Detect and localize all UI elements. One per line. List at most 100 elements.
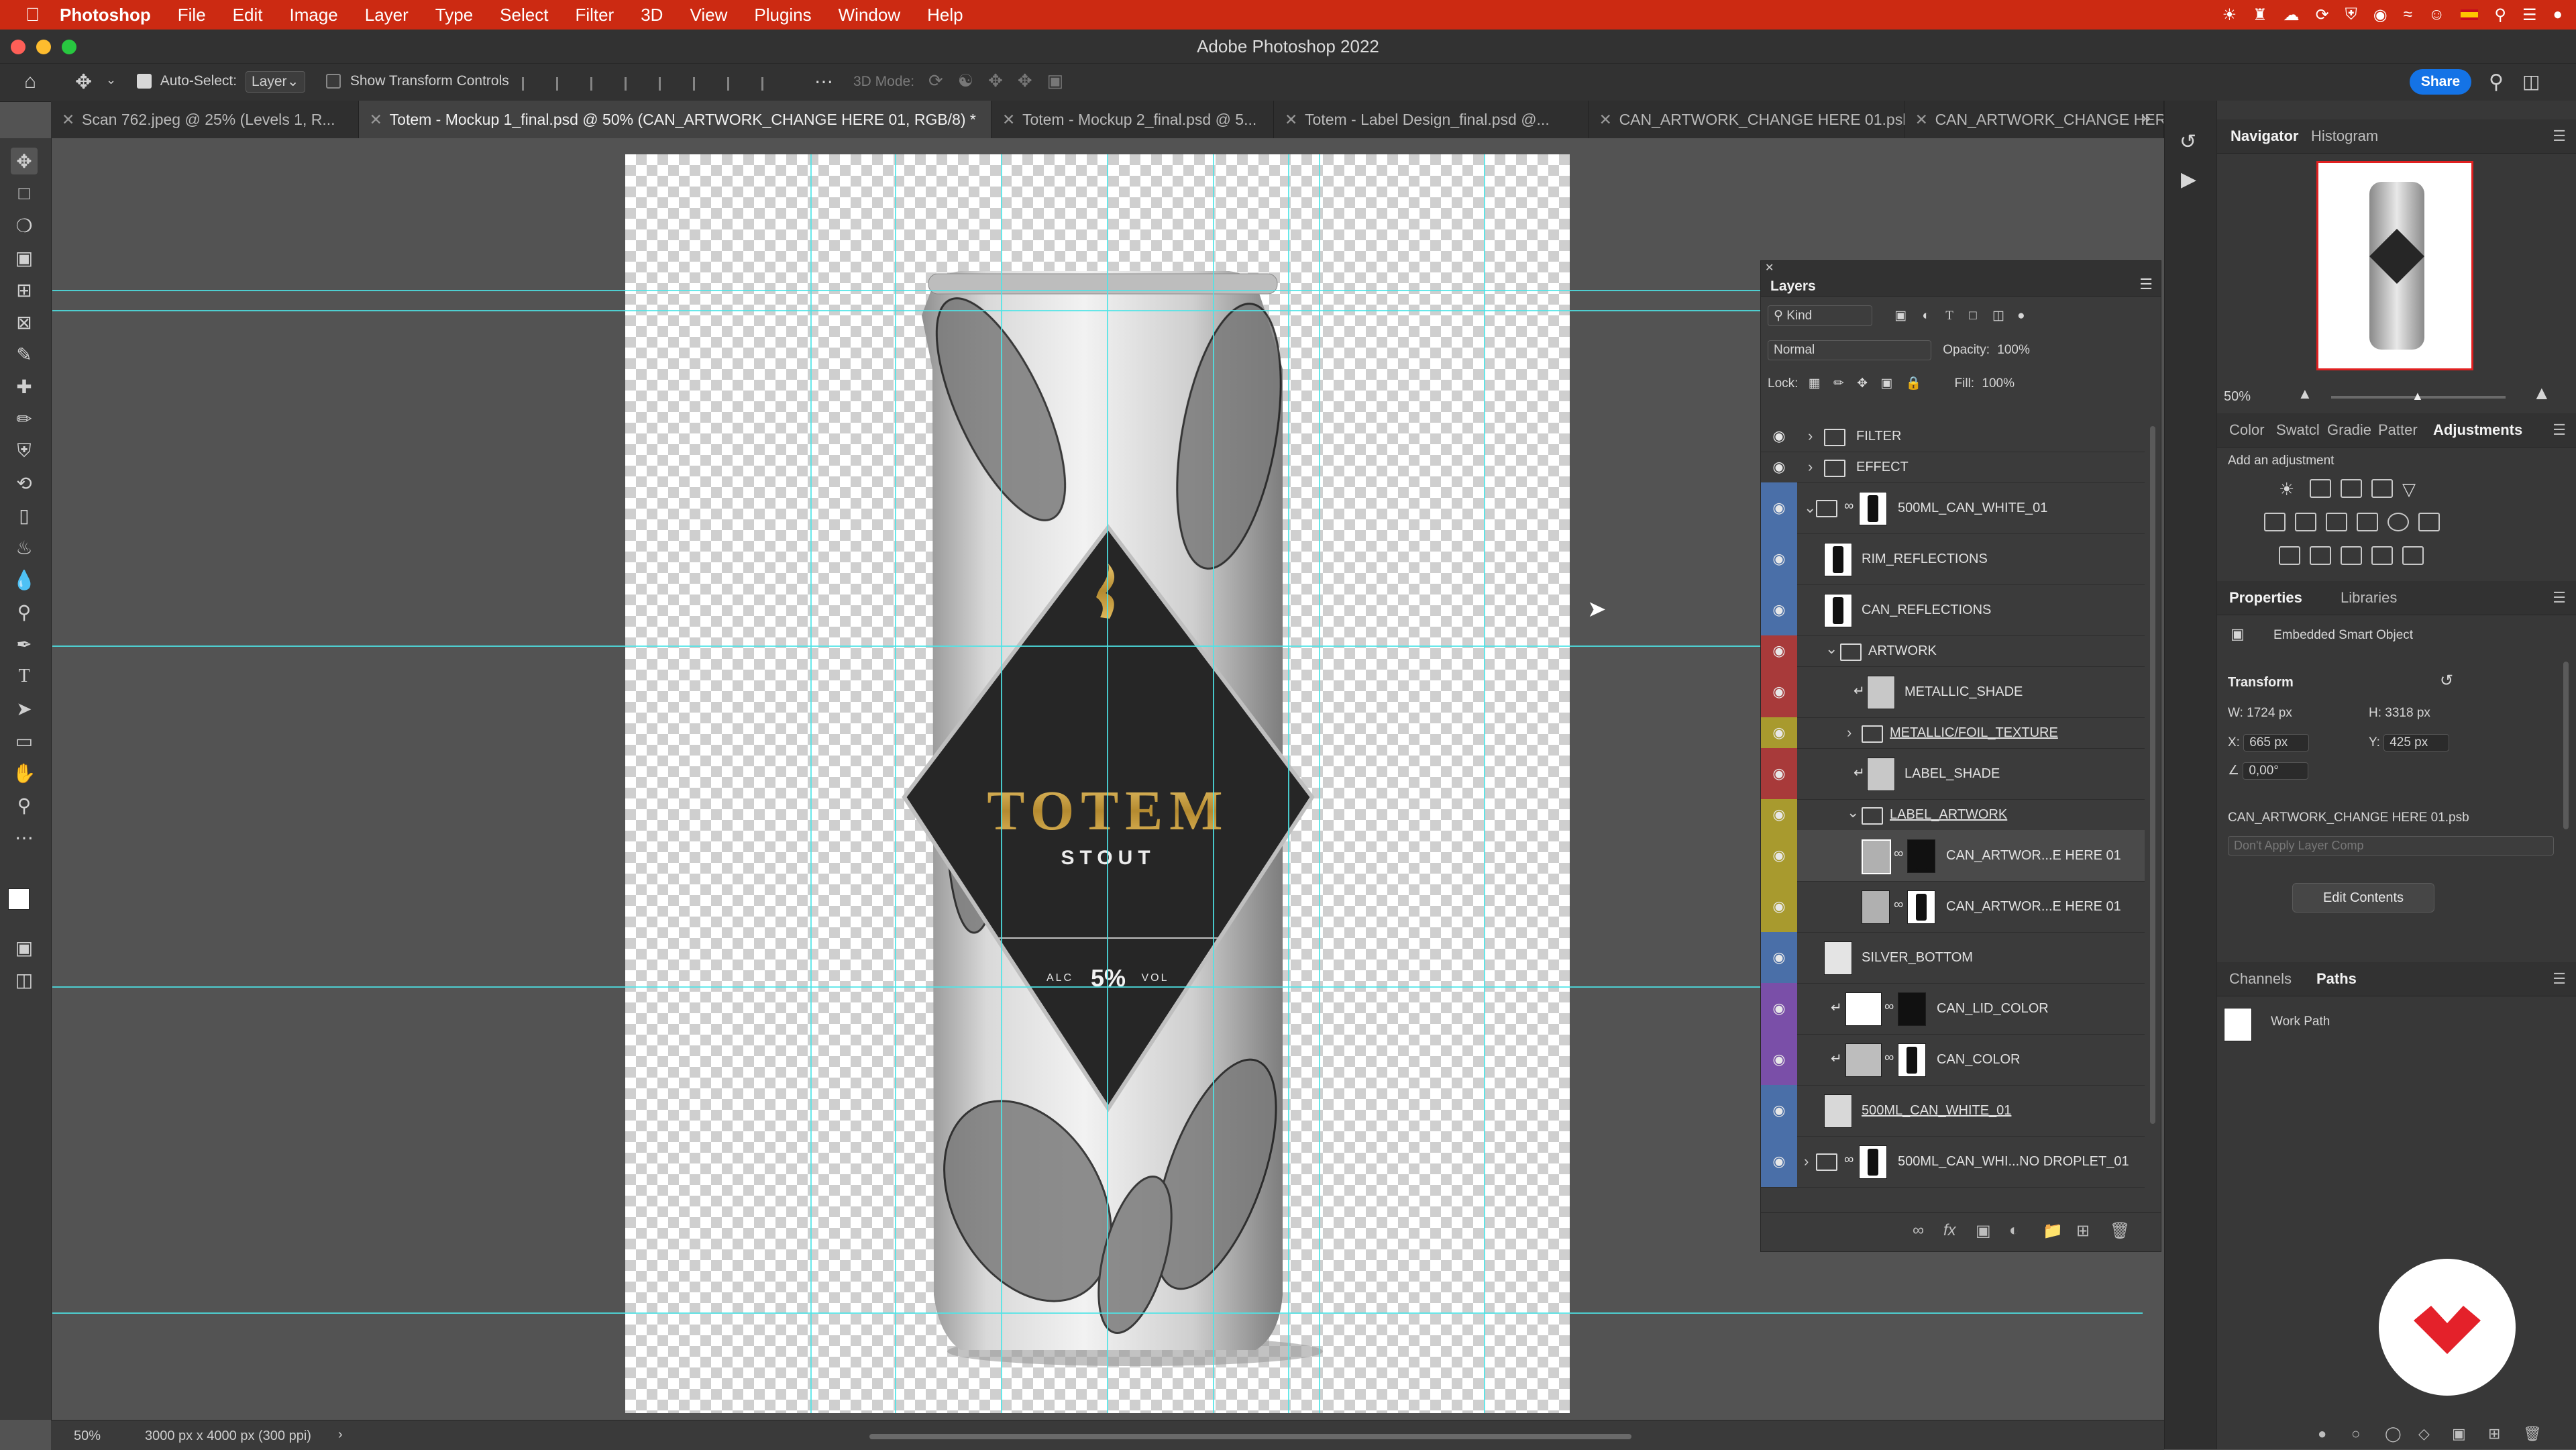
zoom-tool-icon[interactable]: ⚲ [11, 792, 38, 819]
layers-panel-title[interactable]: Layers [1770, 278, 1816, 295]
quick-mask-icon[interactable]: ▣ [11, 934, 38, 961]
curves-icon[interactable] [2341, 479, 2362, 498]
new-group-icon[interactable]: 📁 [2043, 1221, 2063, 1241]
lock-position-icon[interactable]: ✥ [1857, 376, 1868, 391]
lock-transparent-icon[interactable]: ▦ [1809, 376, 1821, 391]
layer-thumbnail[interactable] [1845, 1043, 1882, 1077]
layer-comp-dropdown[interactable]: Don't Apply Layer Comp [2228, 836, 2554, 856]
history-panel-icon[interactable]: ↺ [2180, 130, 2196, 154]
zoom-out-icon[interactable]: ▲ [2298, 385, 2312, 403]
menu-select[interactable]: Select [500, 5, 548, 25]
properties-scrollbar[interactable] [2563, 662, 2569, 829]
filter-toggle-icon[interactable]: ● [2017, 309, 2025, 323]
layer-mask-thumbnail[interactable] [1859, 492, 1887, 525]
eye-icon[interactable]: ◉ [1761, 932, 1797, 983]
layer-row[interactable]: ◉ SILVER_BOTTOM [1761, 932, 2145, 984]
type-tool-icon[interactable]: T [11, 663, 38, 690]
height-field[interactable]: H: 3318 px [2369, 706, 2430, 721]
vibrance-icon[interactable]: ▽ [2402, 479, 2421, 499]
history-brush-tool-icon[interactable]: ⟲ [11, 470, 38, 497]
slider-thumb[interactable]: ▲ [2412, 389, 2424, 403]
tab-scan[interactable]: ✕ Scan 762.jpeg @ 25% (Levels 1, R... [51, 101, 359, 138]
filter-shape-icon[interactable]: □ [1969, 309, 1976, 323]
fill-path-icon[interactable]: ● [2318, 1425, 2326, 1443]
close-window-icon[interactable] [11, 40, 25, 54]
filter-pixel-icon[interactable]: ▣ [1894, 309, 1907, 323]
path-select-tool-icon[interactable]: ➤ [11, 695, 38, 722]
layer-filter-dropdown[interactable]: ⚲ Kind [1768, 305, 1872, 326]
tab-paths[interactable]: Paths [2316, 962, 2357, 996]
user-icon[interactable]: ☺ [2428, 5, 2445, 24]
levels-icon[interactable] [2310, 479, 2331, 498]
channel-mixer-icon[interactable] [2387, 513, 2409, 531]
eye-icon[interactable]: ◉ [1761, 881, 1797, 932]
eye-icon[interactable]: ◉ [1761, 533, 1797, 584]
menu-type[interactable]: Type [435, 5, 473, 25]
filter-type-icon[interactable]: T [1945, 309, 1953, 323]
close-tab-icon[interactable]: ✕ [1285, 101, 1297, 138]
x-field[interactable]: X: 665 px [2228, 734, 2310, 752]
close-tab-icon[interactable]: ✕ [1002, 101, 1015, 138]
layer-row[interactable]: ◉ › METALLIC/FOIL_TEXTURE [1761, 717, 2145, 749]
tool-preset-chevron-icon[interactable]: ⌄ [106, 73, 116, 87]
blur-tool-icon[interactable]: 💧 [11, 566, 38, 593]
reset-transform-icon[interactable]: ↺ [2440, 671, 2453, 690]
flag-icon[interactable] [2461, 9, 2479, 20]
auto-select-checkbox[interactable] [137, 74, 152, 89]
new-adjustment-icon[interactable]: ◐ [2009, 1221, 2019, 1240]
chevron-right-icon[interactable]: › [1847, 717, 1851, 748]
rectangle-tool-icon[interactable]: ▭ [11, 727, 38, 754]
workspace-icon[interactable]: ◫ [2522, 70, 2540, 93]
auto-select-dropdown[interactable]: Layer ⌄ [246, 71, 305, 93]
chevron-down-icon[interactable]: ⌄ [1804, 482, 1816, 533]
search-icon[interactable]: ⚲ [2489, 70, 2504, 94]
layer-row[interactable]: ◉ ⌄ LABEL_ARTWORK [1761, 799, 2145, 831]
lock-artboard-icon[interactable]: ▣ [1880, 376, 1892, 391]
layer-thumbnail[interactable] [1824, 941, 1852, 975]
layer-thumbnail[interactable] [1824, 543, 1852, 576]
siri-icon[interactable]: ● [2553, 5, 2563, 24]
angle-field[interactable]: ∠ 0,00° [2228, 762, 2309, 780]
navigator-zoom-slider[interactable]: ▲ [2331, 389, 2506, 403]
layer-thumbnail[interactable] [1867, 676, 1895, 709]
minimize-window-icon[interactable] [36, 40, 51, 54]
distribute-horizontal-icon[interactable] [761, 77, 778, 91]
close-tab-icon[interactable]: ✕ [1915, 101, 1928, 138]
hue-saturation-icon[interactable] [2264, 513, 2286, 531]
layer-mask-thumbnail[interactable] [1907, 839, 1935, 873]
chevron-right-icon[interactable]: › [1804, 1136, 1809, 1187]
align-bottom-icon[interactable] [727, 77, 744, 91]
more-tools-icon[interactable]: ⋯ [11, 824, 38, 851]
menu-app[interactable]: Photoshop [60, 5, 151, 25]
layer-mask-thumbnail[interactable] [1859, 1145, 1887, 1179]
tab-can-artwork-2[interactable]: ✕ CAN_ARTWORK_CHANGE HERE 0 [1904, 101, 2165, 138]
healing-tool-icon[interactable]: ✚ [11, 373, 38, 400]
new-layer-icon[interactable]: ⊞ [2076, 1221, 2090, 1241]
stroke-path-icon[interactable]: ○ [2351, 1425, 2360, 1443]
eye-icon[interactable]: ◉ [1761, 1034, 1797, 1085]
color-balance-icon[interactable] [2295, 513, 2316, 531]
sync-icon[interactable]: ⟳ [2316, 5, 2329, 25]
tab-patterns[interactable]: Patter [2378, 413, 2418, 447]
marquee-tool-icon[interactable]: □ [11, 180, 38, 207]
close-tab-icon[interactable]: ✕ [1599, 101, 1612, 138]
blend-mode-dropdown[interactable]: Normal [1768, 340, 1931, 360]
layer-row[interactable]: ◉ ↵ ∞ CAN_COLOR [1761, 1034, 2145, 1086]
layer-row[interactable]: ◉ ↵ ∞ CAN_LID_COLOR [1761, 983, 2145, 1035]
layer-row[interactable]: ◉ 500ML_CAN_WHITE_01 [1761, 1085, 2145, 1137]
menu-3d[interactable]: 3D [641, 5, 663, 25]
menu-filter[interactable]: Filter [575, 5, 614, 25]
menu-help[interactable]: Help [927, 5, 963, 25]
status-zoom[interactable]: 50% [74, 1429, 101, 1444]
eye-icon[interactable]: ◉ [1761, 584, 1797, 635]
shield-icon[interactable]: ⛨ [2345, 5, 2357, 24]
close-tab-icon[interactable]: ✕ [62, 101, 74, 138]
load-selection-icon[interactable]: ◯ [2385, 1425, 2402, 1443]
dodge-tool-icon[interactable]: ⚲ [11, 599, 38, 625]
maximize-window-icon[interactable] [62, 40, 76, 54]
menu-plugins[interactable]: Plugins [754, 5, 811, 25]
chevron-down-icon[interactable]: ⌄ [1825, 635, 1837, 662]
navigator-preview[interactable] [2316, 161, 2473, 370]
layer-row[interactable]: ◉ ↵ LABEL_SHADE [1761, 748, 2145, 800]
show-transform-checkbox[interactable] [326, 74, 341, 89]
